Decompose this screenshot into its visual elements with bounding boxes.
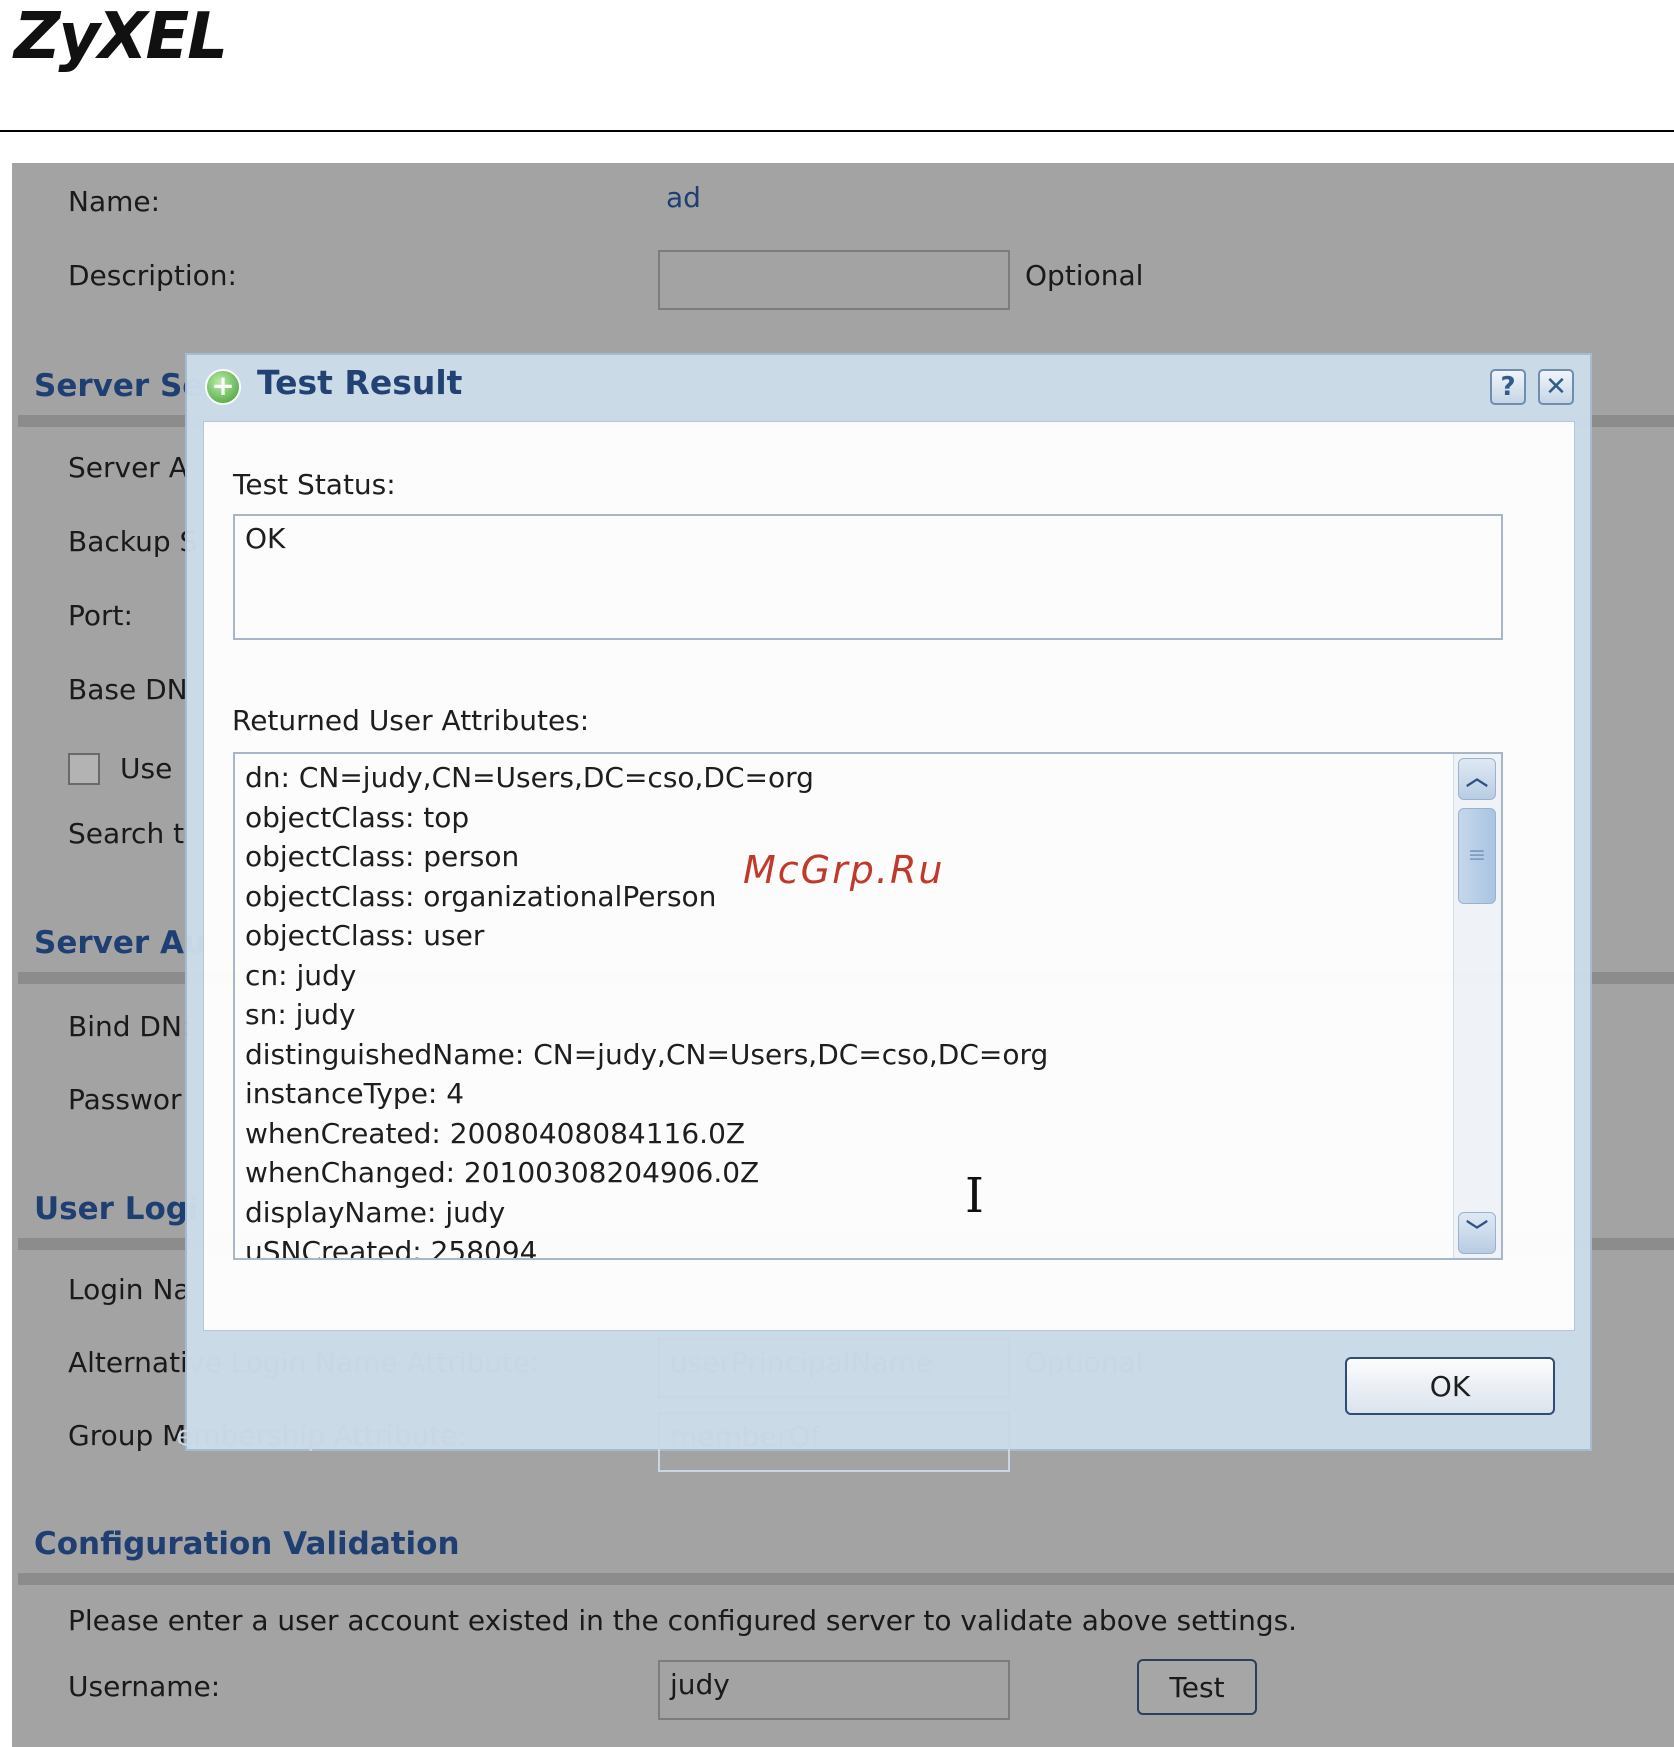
close-icon[interactable]: ✕ [1538,369,1574,405]
watermark-text: McGrp.Ru [743,848,945,892]
text-cursor-icon: I [965,1168,984,1224]
attribute-line: whenCreated: 20080408084116.0Z [245,1116,746,1150]
test-result-dialog: + Test Result ? ✕ Test Status: OK Return… [185,353,1592,1451]
attribute-line: distinguishedName: CN=judy,CN=Users,DC=c… [245,1037,1049,1071]
attribute-line: objectClass: top [245,800,470,834]
attribute-list: dn: CN=judy,CN=Users,DC=cso,DC=org object… [245,758,1049,1260]
attribute-line: uSNCreated: 258094 [245,1235,538,1260]
base-dn-label: Base DN [68,673,188,706]
attribute-line: sn: judy [245,998,356,1031]
test-status-box: OK [233,514,1503,640]
section-user-login: User Logi [34,1191,199,1227]
bind-dn-label: Bind DN: [68,1010,192,1043]
attribute-line: instanceType: 4 [245,1077,465,1110]
alt-login-label-behind-dialog: ve Login Name Attribute: [188,1346,540,1379]
section-divider [18,1573,1674,1585]
group-membership-label: Group M [68,1419,187,1452]
returned-attributes-label: Returned User Attributes: [232,704,590,737]
alt-login-input[interactable]: userPrincipalName [658,1338,1010,1398]
attribute-line: cn: judy [245,958,357,992]
attribute-line: objectClass: user [245,919,485,952]
ok-button[interactable]: OK [1345,1357,1555,1415]
port-label: Port: [68,599,133,632]
description-label: Description: [68,259,237,292]
test-status-label: Test Status: [233,468,396,501]
validation-instructions: Please enter a user account existed in t… [68,1604,1298,1637]
username-label: Username: [68,1670,221,1703]
test-button[interactable]: Test [1137,1659,1257,1715]
use-ssl-checkbox[interactable] [68,753,100,785]
zyxel-logo: ZyXEL [14,0,228,74]
section-server-settings: Server Se [34,368,204,404]
scroll-thumb[interactable]: ≡ [1458,808,1496,904]
attribute-line: dn: CN=judy,CN=Users,DC=cso,DC=org [245,761,814,794]
description-optional-hint: Optional [1025,259,1144,292]
password-label: Passwor [68,1083,182,1116]
plus-circle-icon: + [205,369,241,405]
username-input[interactable]: judy [658,1660,1010,1720]
help-icon[interactable]: ? [1490,369,1526,405]
dialog-title: Test Result [257,363,463,402]
returned-attributes-textarea[interactable]: dn: CN=judy,CN=Users,DC=cso,DC=org object… [233,752,1503,1260]
alt-login-optional-hint: Optional [1025,1346,1144,1379]
attribute-line: displayName: judy [245,1195,506,1229]
section-server-authentication: Server Au [34,925,207,961]
backup-server-label: Backup S [68,525,198,558]
group-membership-label-behind-dialog: embership Attribute: [176,1419,467,1452]
section-configuration-validation: Configuration Validation [34,1526,460,1562]
group-membership-input[interactable]: memberOf [658,1412,1010,1472]
attributes-scrollbar[interactable]: ︿ ≡ ﹀ [1453,754,1501,1258]
attribute-line: whenChanged: 20100308204906.0Z [245,1156,760,1189]
header-divider [0,130,1674,132]
scroll-up-icon[interactable]: ︿ [1458,758,1496,800]
alt-login-label: Alternati [68,1346,188,1379]
search-time-label: Search t [68,817,185,850]
description-input[interactable] [658,250,1010,310]
name-label: Name: [68,185,161,218]
server-address-label: Server A [68,451,188,484]
use-ssl-label: Use [120,752,173,785]
login-name-label: Login Na [68,1273,191,1306]
scroll-down-icon[interactable]: ﹀ [1458,1212,1496,1254]
name-value: ad [666,181,701,214]
